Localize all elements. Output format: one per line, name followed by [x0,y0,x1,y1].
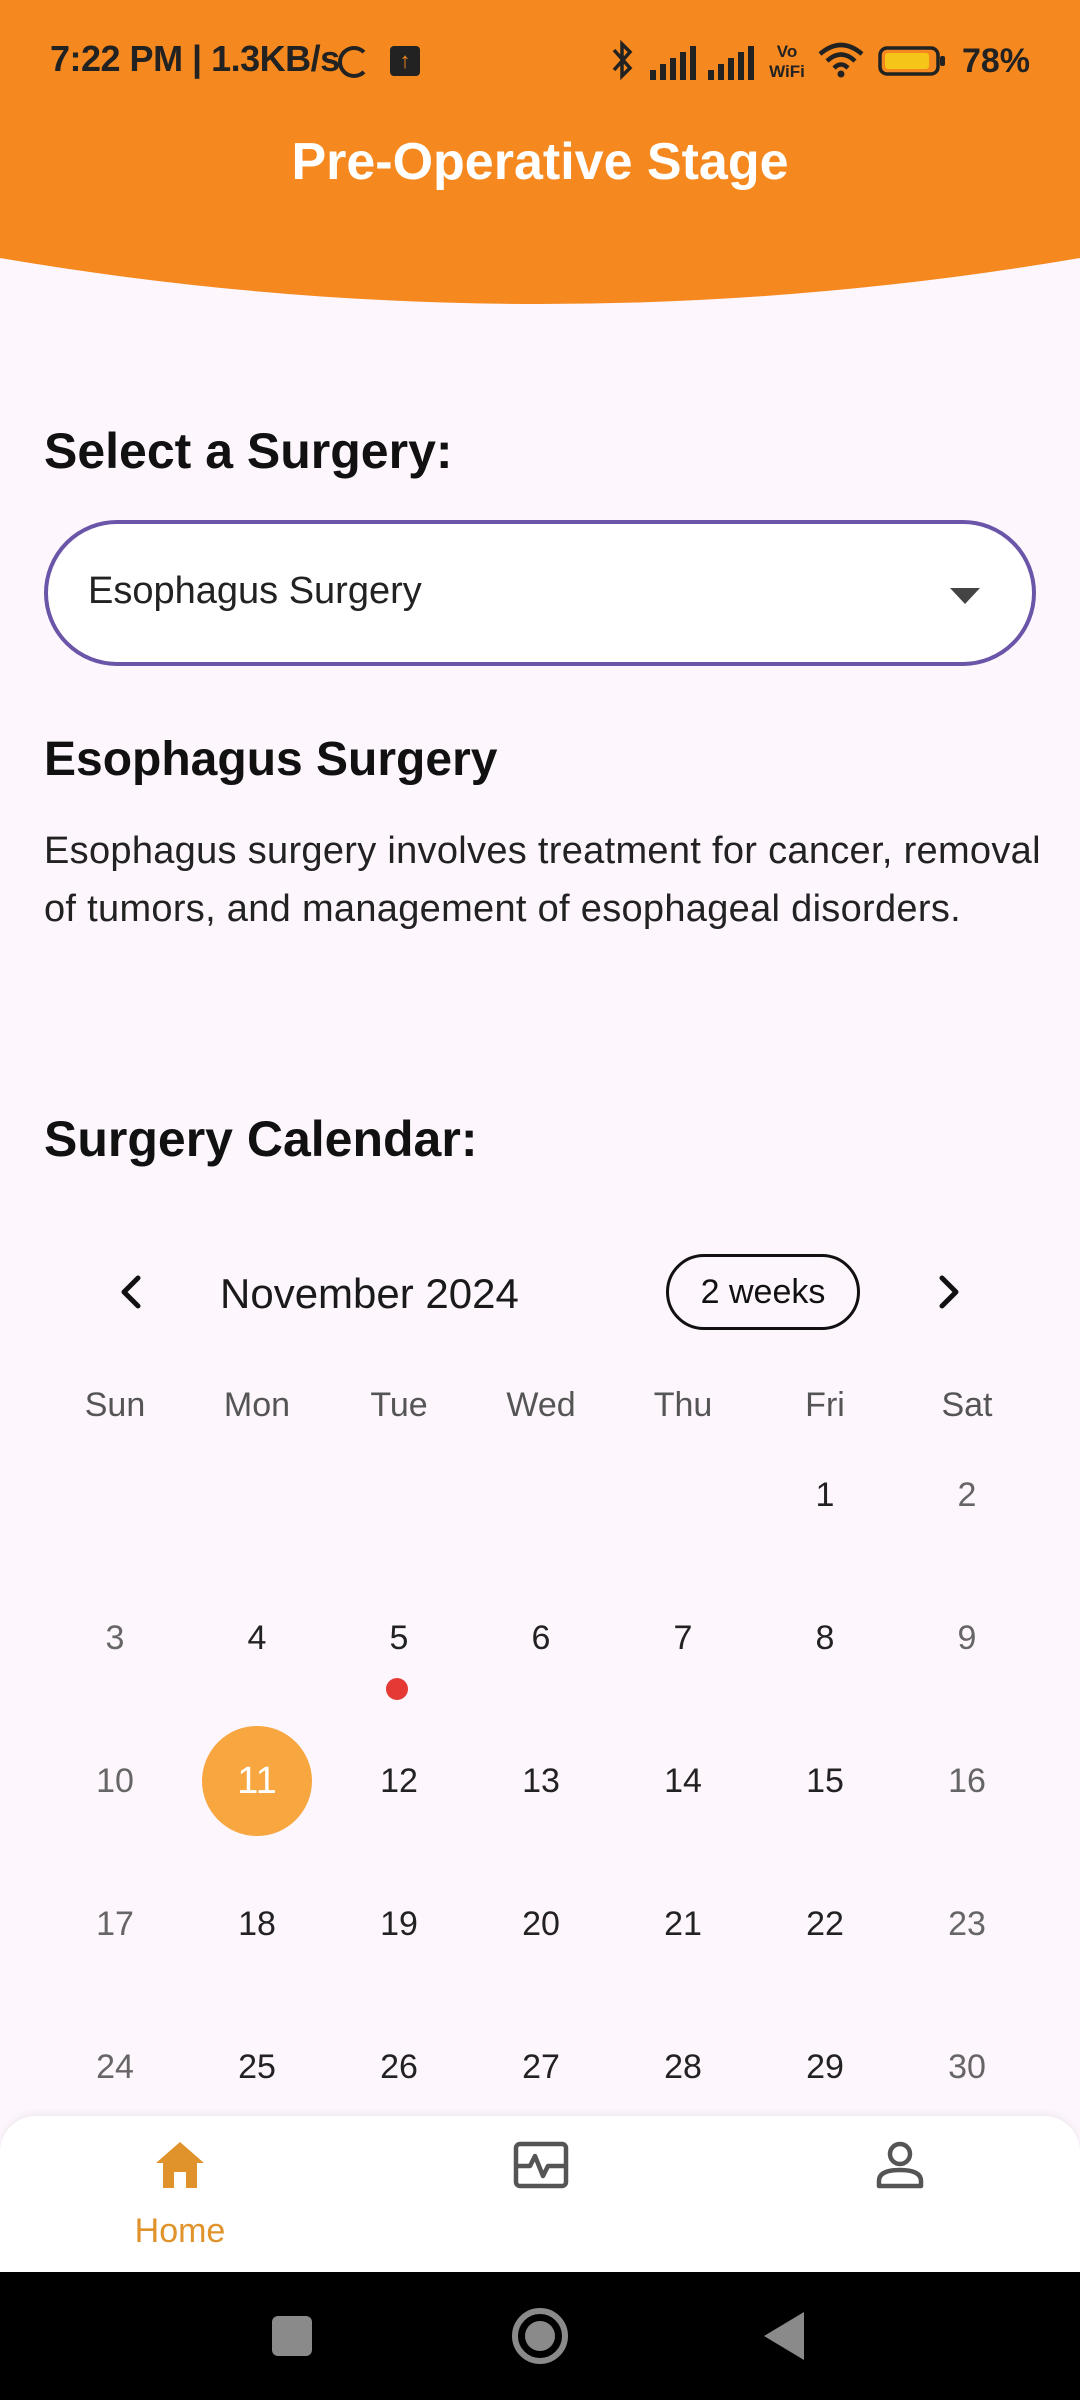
nav-item-monitor[interactable] [360,2116,720,2272]
calendar-day[interactable]: 1 [754,1440,896,1550]
status-bar: 7:22 PM | 1.3KB/s ↑ Vo WiFi 78% [0,0,1080,120]
calendar-day[interactable]: 19 [328,1869,470,1979]
calendar-day[interactable]: 14 [612,1726,754,1836]
calendar-month-title: November 2024 [220,1270,519,1317]
calendar-day[interactable]: 10 [44,1726,186,1836]
nav-item-profile[interactable] [720,2116,1080,2272]
wifi-icon [818,42,864,78]
loading-icon [338,46,370,78]
calendar-day[interactable]: 20 [470,1869,612,1979]
calendar-day[interactable]: 26 [328,2012,470,2122]
calendar-day[interactable]: 2 [896,1440,1038,1550]
battery-percent: 78% [961,42,1030,80]
home-circle-icon[interactable] [508,2306,572,2366]
nav-item-home[interactable]: Home [0,2116,360,2272]
battery-icon [878,46,945,76]
calendar-day[interactable]: 4 [186,1583,328,1693]
calendar-day[interactable]: 12 [328,1726,470,1836]
calendar-day[interactable]: 9 [896,1583,1038,1693]
calendar-day[interactable]: 3 [44,1583,186,1693]
weekday-label: Tue [370,1386,428,1424]
weekday-label: Sun [84,1386,146,1424]
calendar-day[interactable]: 5 [328,1583,470,1693]
calendar-day-selected[interactable]: 11 [186,1726,328,1836]
weekday-label: Sat [941,1386,993,1424]
calendar-heading: Surgery Calendar: [44,1111,478,1167]
status-time: 7:22 PM | 1.3KB/s [50,38,340,79]
bluetooth-icon [612,40,633,80]
weekday-label: Wed [506,1386,576,1424]
surgery-title: Esophagus Surgery [44,733,498,786]
dropdown-selected-value: Esophagus Surgery [88,570,422,612]
page-title: Pre-Operative Stage [291,133,789,191]
calendar-day[interactable]: 23 [896,1869,1038,1979]
weekday-label: Mon [223,1386,291,1424]
upload-icon: ↑ [390,46,420,76]
bottom-navigation: Home [0,2116,1080,2272]
weekday-label: Fri [805,1386,845,1424]
calendar-day[interactable]: 21 [612,1869,754,1979]
chevron-left-icon[interactable] [102,1262,162,1322]
calendar-day[interactable]: 22 [754,1869,896,1979]
signal-icon [708,46,754,80]
status-icons: Vo WiFi 78% [610,36,1030,84]
calendar-day[interactable]: 27 [470,2012,612,2122]
calendar-day[interactable]: 8 [754,1583,896,1693]
calendar-day[interactable]: 15 [754,1726,896,1836]
svg-text:WiFi: WiFi [769,62,805,80]
nav-label-home: Home [134,2212,226,2250]
select-surgery-heading: Select a Surgery: [44,423,453,479]
calendar-day[interactable]: 28 [612,2012,754,2122]
vowifi-icon: Vo WiFi [769,42,805,80]
svg-text:Vo: Vo [777,42,797,61]
surgery-description: Esophagus surgery involves treatment for… [44,830,1041,930]
monitor-heart-icon [513,2141,569,2189]
person-icon [876,2141,924,2189]
dropdown-arrow-icon [950,588,980,604]
chevron-right-icon[interactable] [918,1262,978,1322]
calendar-format-button[interactable]: 2 weeks [666,1254,860,1330]
home-icon [156,2142,204,2188]
surgery-dropdown[interactable]: Esophagus Surgery [44,520,1036,666]
calendar-day[interactable]: 25 [186,2012,328,2122]
signal-icon [650,46,696,80]
calendar-day[interactable]: 6 [470,1583,612,1693]
back-icon[interactable] [760,2306,810,2366]
calendar-day[interactable]: 13 [470,1726,612,1836]
weekday-label: Thu [653,1386,713,1424]
system-navigation-bar [0,2272,1080,2400]
calendar-day[interactable]: 30 [896,2012,1038,2122]
calendar-day[interactable]: 29 [754,2012,896,2122]
event-marker-dot [386,1678,408,1700]
calendar-day[interactable]: 17 [44,1869,186,1979]
recents-icon[interactable] [270,2306,314,2366]
calendar-day[interactable]: 16 [896,1726,1038,1836]
calendar-day[interactable]: 24 [44,2012,186,2122]
calendar-day[interactable]: 18 [186,1869,328,1979]
calendar-day[interactable]: 7 [612,1583,754,1693]
